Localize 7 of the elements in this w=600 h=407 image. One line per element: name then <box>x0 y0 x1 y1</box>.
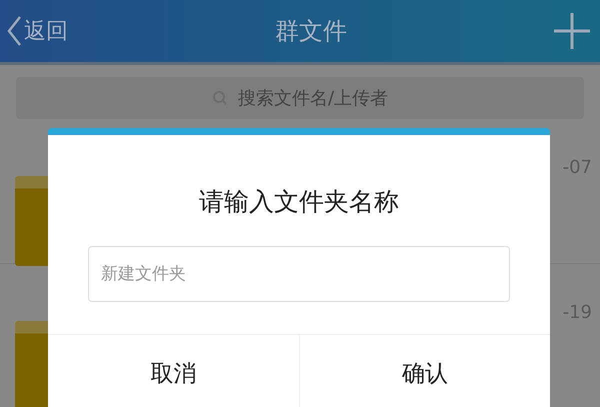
add-button[interactable] <box>554 13 590 49</box>
back-button[interactable]: 返回 <box>6 15 68 47</box>
chevron-left-icon <box>6 15 22 47</box>
plus-icon <box>554 13 590 49</box>
page-title: 群文件 <box>275 16 347 47</box>
dialog-title: 请输入文件夹名称 <box>199 186 399 218</box>
folder-name-field[interactable]: 新建文件夹 <box>88 246 510 302</box>
